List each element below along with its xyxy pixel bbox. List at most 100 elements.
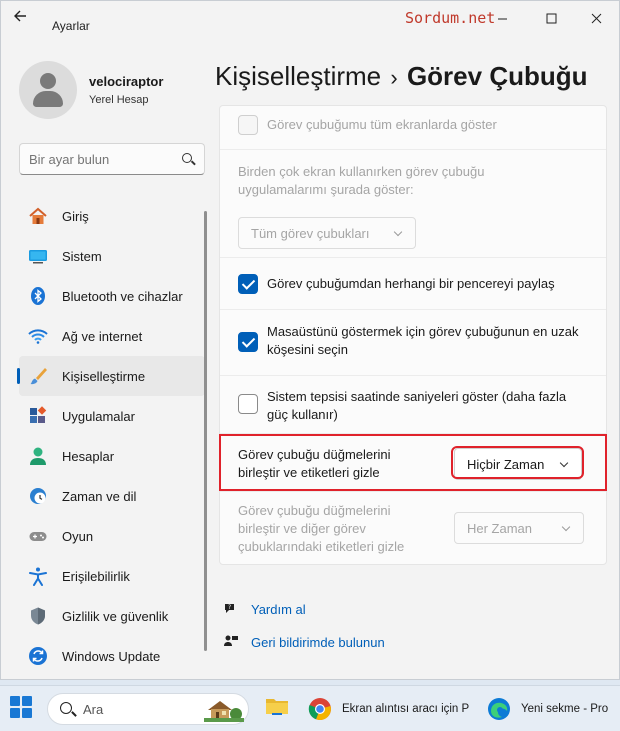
breadcrumb-separator: ›	[390, 65, 398, 90]
avatar-head	[40, 73, 56, 89]
multi-display-dropdown[interactable]: Tüm görev çubukları	[238, 217, 416, 249]
sidebar-item-label: Hesaplar	[62, 448, 115, 464]
multi-display-dropdown-value: Tüm görev çubukları	[251, 225, 370, 241]
avatar-body	[33, 91, 63, 107]
chevron-down-icon	[561, 522, 571, 532]
sidebar-item-apps[interactable]: Uygulamalar	[19, 396, 205, 436]
share-window-label: Görev çubuğumdan herhangi bir pencereyi …	[267, 276, 555, 291]
clock-globe-icon	[28, 486, 48, 506]
multi-display-text: Birden çok ekran kullanırken görev çubuğ…	[238, 164, 485, 197]
sidebar-item-label: Bluetooth ve cihazlar	[62, 288, 183, 304]
profile-name: velociraptor	[89, 74, 164, 89]
apps-icon	[28, 406, 48, 426]
taskbar-app-label: Yeni sekme - Pro	[521, 703, 609, 715]
system-icon	[28, 246, 48, 266]
search-highlight-image-icon	[204, 696, 244, 722]
accessibility-icon	[28, 566, 48, 586]
watermark: Sordum.net	[405, 9, 496, 27]
sidebar-nav: Giriş Sistem Bluetooth ve cihazlar Ağ ve…	[17, 196, 205, 676]
sidebar-item-gaming[interactable]: Oyun	[19, 516, 205, 556]
minimize-button[interactable]	[487, 7, 517, 29]
taskbar-search-placeholder: Ara	[83, 702, 104, 717]
taskbar-search[interactable]: Ara	[47, 693, 249, 725]
sidebar-item-label: Kişiselleştirme	[62, 368, 146, 384]
sidebar-item-label: Windows Update	[62, 648, 161, 664]
breadcrumb: Kişiselleştirme › Görev Çubuğu	[215, 61, 588, 92]
combine-other-label: Görev çubuğu düğmelerini birleştir ve di…	[238, 503, 405, 554]
combine-buttons-label: Görev çubuğu düğmelerini birleştir ve et…	[238, 447, 391, 480]
setting-row-seconds-clock: Sistem tepsisi saatinde saniyeleri göste…	[220, 376, 606, 434]
sidebar-item-label: Sistem	[62, 248, 102, 264]
shield-icon	[28, 606, 48, 626]
search-input[interactable]	[29, 150, 179, 168]
page-title: Görev Çubuğu	[406, 61, 588, 91]
combine-other-value: Her Zaman	[467, 520, 533, 536]
taskbar: Ara Ekran alıntısı aracı için P Yeni sek…	[0, 685, 620, 731]
all-displays-label: Görev çubuğumu tüm ekranlarda göster	[267, 117, 497, 132]
title-bar: Ayarlar Sordum.net	[1, 1, 619, 37]
edge-icon	[488, 698, 510, 720]
desktop-corner-checkbox[interactable]	[238, 332, 258, 352]
taskbar-app-edge[interactable]: Yeni sekme - Pro	[487, 694, 608, 724]
sidebar-item-privacy[interactable]: Gizlilik ve güvenlik	[19, 596, 205, 636]
setting-row-multi-display: Birden çok ekran kullanırken görev çubuğ…	[220, 150, 606, 258]
combine-buttons-value: Hiçbir Zaman	[467, 456, 545, 472]
taskbar-behaviors-card: Görev çubuğumu tüm ekranlarda göster Bir…	[219, 105, 607, 565]
help-link[interactable]: Yardım al	[251, 602, 306, 617]
sidebar-item-accounts[interactable]: Hesaplar	[19, 436, 205, 476]
combine-other-dropdown[interactable]: Her Zaman	[454, 512, 584, 544]
search-icon	[60, 702, 72, 714]
setting-row-desktop-corner: Masaüstünü göstermek için görev çubuğunu…	[220, 310, 606, 376]
close-button[interactable]	[581, 7, 611, 29]
sidebar-item-windows-update[interactable]: Windows Update	[19, 636, 205, 676]
chevron-down-icon	[559, 458, 569, 468]
setting-row-combine-other: Görev çubuğu düğmelerini birleştir ve di…	[220, 492, 606, 564]
sidebar-item-label: Zaman ve dil	[62, 488, 137, 504]
setting-row-share-window: Görev çubuğumdan herhangi bir pencereyi …	[220, 258, 606, 310]
all-displays-checkbox[interactable]	[238, 115, 258, 135]
app-title: Ayarlar	[52, 19, 90, 33]
maximize-button[interactable]	[536, 7, 566, 29]
sidebar-item-home[interactable]: Giriş	[19, 196, 205, 236]
active-indicator	[17, 368, 20, 384]
breadcrumb-parent[interactable]: Kişiselleştirme	[215, 61, 381, 91]
help-link-row[interactable]: ? Yardım al	[223, 601, 306, 617]
sidebar-item-label: Giriş	[62, 208, 89, 224]
share-window-checkbox[interactable]	[238, 274, 258, 294]
sidebar-item-bluetooth[interactable]: Bluetooth ve cihazlar	[19, 276, 205, 316]
taskbar-app-chrome[interactable]: Ekran alıntısı aracı için P	[308, 694, 469, 724]
feedback-link-row[interactable]: Geri bildirimde bulunun	[223, 634, 385, 650]
settings-search[interactable]	[19, 143, 205, 175]
update-icon	[28, 646, 48, 666]
chevron-down-icon	[393, 227, 403, 237]
windows-start-icon[interactable]	[10, 696, 32, 718]
combine-buttons-dropdown[interactable]: Hiçbir Zaman	[454, 448, 582, 480]
file-explorer-icon[interactable]	[265, 696, 289, 716]
sidebar-item-personalization[interactable]: Kişiselleştirme	[17, 356, 205, 396]
desktop-corner-label: Masaüstünü göstermek için görev çubuğunu…	[267, 324, 579, 357]
seconds-clock-checkbox[interactable]	[238, 394, 258, 414]
settings-window: Ayarlar Sordum.net velociraptor Yerel He…	[0, 0, 620, 680]
sidebar-item-label: Erişilebilirlik	[62, 568, 130, 584]
setting-row-all-displays: Görev çubuğumu tüm ekranlarda göster	[220, 106, 606, 150]
sidebar-item-system[interactable]: Sistem	[19, 236, 205, 276]
sidebar-item-accessibility[interactable]: Erişilebilirlik	[19, 556, 205, 596]
sidebar-item-time-language[interactable]: Zaman ve dil	[19, 476, 205, 516]
account-icon	[28, 446, 48, 466]
search-icon[interactable]	[182, 153, 192, 163]
sidebar-scrollbar[interactable]	[204, 211, 207, 651]
seconds-clock-label: Sistem tepsisi saatinde saniyeleri göste…	[267, 389, 567, 422]
profile-account-type: Yerel Hesap	[89, 94, 149, 106]
feedback-link[interactable]: Geri bildirimde bulunun	[251, 635, 385, 650]
gamepad-icon	[28, 526, 48, 546]
back-arrow-icon[interactable]	[13, 9, 37, 29]
brush-icon	[28, 366, 48, 386]
chrome-icon	[308, 698, 331, 721]
setting-row-combine-buttons: Görev çubuğu düğmelerini birleştir ve et…	[220, 436, 606, 492]
sidebar-item-label: Oyun	[62, 528, 94, 544]
avatar[interactable]	[19, 61, 77, 119]
help-icon: ?	[223, 601, 239, 617]
svg-text:?: ?	[228, 604, 231, 611]
sidebar-item-label: Gizlilik ve güvenlik	[62, 608, 169, 624]
sidebar-item-network[interactable]: Ağ ve internet	[19, 316, 205, 356]
